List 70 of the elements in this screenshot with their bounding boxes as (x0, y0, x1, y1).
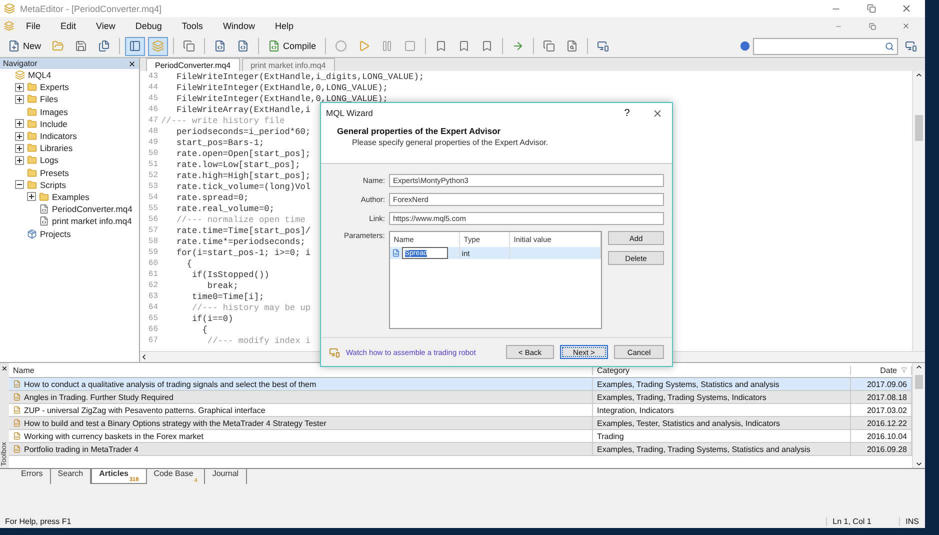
line-number: 44 (147, 83, 159, 92)
code-line: rate.time*=periodseconds; (175, 236, 306, 246)
line-number: 67 (147, 336, 159, 345)
table-cell: Examples, Trading, Trading Systems, Statistics and analysis (593, 443, 851, 455)
line-number: 52 (147, 171, 159, 180)
code-comment: //--- write history file (161, 116, 285, 126)
line-number: 55 (147, 204, 159, 213)
line-number: 48 (147, 127, 159, 136)
status-message: For Help, press F1 (4, 516, 72, 526)
code-line: FileWriteInteger(ExtHandle,i_digits,LONG_VALUE); (175, 72, 424, 82)
code-comment: //--- normalize open time (175, 214, 306, 224)
line-number: 46 (147, 105, 159, 114)
dialog-heading: General properties of the Expert Advisor (337, 126, 502, 136)
dialog-subheading: Please specify general properties of the Expert Advisor. (351, 138, 550, 147)
code-line: { (201, 324, 208, 334)
dialog-title: MQL Wizard (326, 108, 374, 118)
line-number: 45 (147, 94, 159, 103)
code-comment: //--- history may be up (190, 302, 311, 312)
code-line: rate.real_volume=0; (175, 204, 274, 214)
table-cell: Trading (593, 430, 851, 442)
table-cell: How to conduct a qualitative analysis of trading signals and select the best of them (24, 380, 316, 388)
line-number: 66 (147, 325, 159, 334)
line-number: 54 (147, 193, 159, 202)
line-number: 50 (147, 149, 159, 158)
table-cell: Working with currency baskets in the Forex market (24, 432, 204, 440)
code-line: periodseconds=i_period*60; (175, 126, 311, 136)
code-line: for(i=start_pos-1; i>=0; i (175, 248, 311, 258)
code-line: if(i==0) (190, 314, 234, 324)
line-number: 61 (147, 270, 159, 279)
code-line: FileWriteArray(ExtHandle,i (175, 104, 311, 114)
line-number: 47 (147, 116, 159, 125)
line-number: 58 (147, 237, 159, 246)
code-line: rate.low=Low[start_pos]; (175, 160, 300, 170)
table-cell: ZUP - universal ZigZag with Pesavento patterns. Graphical interface (24, 406, 266, 414)
line-number: 56 (147, 215, 159, 224)
cursor-position: Ln 1, Col 1 (826, 516, 899, 526)
code-line: rate.high=High[start_pos]; (175, 170, 311, 180)
table-cell: Examples, Trading, Trading Systems, Indicators (593, 391, 851, 403)
window-title: MetaEditor - [PeriodConverter.mq4] (20, 4, 163, 14)
code-line: { (186, 258, 192, 268)
line-number: 57 (147, 226, 159, 235)
line-number: 43 (147, 72, 159, 81)
code-comment: //--- modify index i (206, 336, 311, 346)
table-cell: Integration, Indicators (593, 404, 851, 416)
line-number: 51 (147, 160, 159, 169)
panel-title: Navigator (3, 59, 38, 68)
code-line: rate.open=Open[start_pos]; (175, 148, 311, 158)
code-line: FileWriteInteger(ExtHandle,0,LONG_VALUE); (175, 94, 388, 104)
code-line: rate.spread=0; (175, 192, 249, 202)
table-cell: Examples, Trading Systems, Statistics and analysis (593, 378, 851, 390)
line-number: 64 (147, 303, 159, 312)
code-line: FileWriteInteger(ExtHandle,0,LONG_VALUE); (175, 82, 388, 92)
table-cell: How to build and test a Binary Options strategy with the MetaTrader 4 Strategy Tester (24, 418, 326, 428)
code-line: start_pos=Bars-1; (175, 138, 264, 148)
insert-mode: INS (898, 516, 925, 526)
code-line: rate.time=Time[start_pos]/ (175, 226, 311, 236)
line-number: 65 (147, 314, 159, 323)
line-number: 60 (147, 259, 159, 268)
code-line: rate.tick_volume=(long)Vol (175, 182, 311, 192)
line-number: 63 (147, 292, 159, 301)
code-line: break; (206, 280, 238, 290)
code-line: if(IsStopped()) (190, 270, 270, 280)
table-cell: Angles in Trading. Further Study Required (24, 392, 174, 402)
table-cell: Examples, Tester, Statistics and analysis, Indicators (593, 417, 851, 429)
code-line: time0=Time[i]; (190, 292, 264, 302)
line-number: 53 (147, 182, 159, 191)
line-number: 59 (147, 248, 159, 257)
line-number: 49 (147, 138, 159, 147)
table-cell: Portfolio trading in MetaTrader 4 (24, 444, 138, 454)
line-number: 62 (147, 281, 159, 290)
